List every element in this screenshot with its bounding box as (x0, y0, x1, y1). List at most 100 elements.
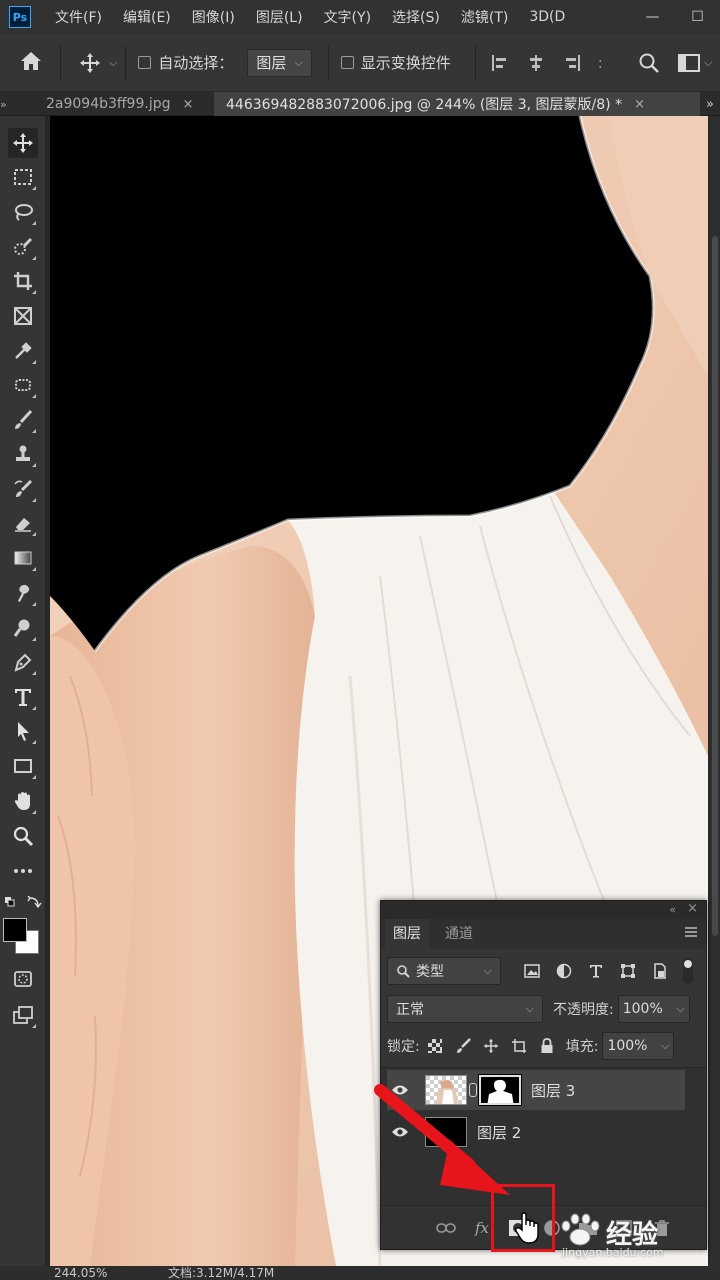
filter-toggle[interactable] (683, 958, 693, 984)
document-info[interactable]: 文档:3.12M/4.17M (168, 1266, 274, 1280)
tool-path-selection[interactable] (8, 716, 38, 746)
smart-object-filter-icon[interactable] (651, 962, 669, 980)
align-controls: : (490, 53, 603, 73)
tool-edit-toolbar[interactable] (8, 856, 38, 886)
menu-file[interactable]: 文件(F) (55, 7, 102, 27)
menu-filter[interactable]: 滤镜(T) (461, 7, 508, 27)
lock-all-icon[interactable] (538, 1037, 556, 1055)
blend-opacity-row: 正常 ⌵ 不透明度: 100% ⌵ (387, 995, 700, 1023)
tool-brush[interactable] (8, 405, 38, 435)
more-icon (14, 869, 32, 873)
menu-edit[interactable]: 编辑(E) (123, 7, 171, 27)
tab-layers[interactable]: 图层 (385, 919, 429, 949)
panel-title-strip[interactable]: « × (381, 901, 706, 919)
tool-eraser[interactable] (8, 508, 38, 538)
foreground-color-swatch[interactable] (3, 918, 27, 942)
maximize-button[interactable]: ☐ (675, 0, 720, 34)
tool-hand[interactable] (8, 786, 38, 816)
type-filter-icon[interactable] (587, 962, 605, 980)
lock-position-icon[interactable] (482, 1037, 500, 1055)
panel-tabs: 图层 通道 (381, 919, 706, 949)
close-icon[interactable]: × (634, 97, 645, 112)
marquee-icon (14, 169, 32, 185)
vertical-scrollbar[interactable] (710, 116, 720, 1266)
opacity-field[interactable]: 100% ⌵ (617, 995, 690, 1023)
fill-field[interactable]: 100% ⌵ (602, 1032, 675, 1060)
auto-select-checkbox[interactable] (138, 56, 152, 69)
menu-3d[interactable]: 3D(D (529, 9, 565, 25)
lock-artboard-icon[interactable] (510, 1037, 528, 1055)
align-right-icon[interactable] (562, 53, 582, 73)
eraser-icon (15, 518, 31, 532)
filter-kind-dropdown[interactable]: 类型 ⌵ (387, 957, 501, 985)
chevron-down-icon: ⌵ (704, 56, 713, 69)
tool-eyedropper[interactable] (8, 336, 38, 366)
layer-name[interactable]: 图层 3 (531, 1080, 575, 1101)
quick-mask-icon (14, 971, 32, 987)
lock-fill-row: 锁定: 填充: 100% ⌵ (387, 1032, 700, 1060)
scrollbar-thumb[interactable] (712, 236, 718, 936)
tabs-overflow-icon[interactable]: » (0, 92, 10, 116)
tool-move[interactable] (8, 128, 38, 158)
align-center-icon[interactable] (526, 53, 546, 73)
lock-transparent-pixels-icon[interactable] (426, 1037, 444, 1055)
adjustment-filter-icon[interactable] (555, 962, 573, 980)
layer-style-fx-button[interactable]: fx (471, 1217, 493, 1239)
hand-cursor-icon (514, 1212, 539, 1244)
zoom-level[interactable]: 244.05% (54, 1266, 107, 1280)
dodge-icon (13, 619, 30, 637)
link-layers-icon[interactable] (435, 1217, 457, 1239)
close-icon[interactable]: × (182, 97, 193, 112)
align-left-icon[interactable] (490, 53, 510, 73)
tool-pen[interactable] (8, 647, 38, 677)
blend-mode-dropdown[interactable]: 正常 ⌵ (387, 995, 543, 1023)
tool-lasso[interactable] (8, 197, 38, 227)
minimize-button[interactable]: — (630, 0, 675, 34)
tool-quick-selection[interactable] (8, 232, 38, 262)
show-transform-checkbox[interactable] (340, 56, 354, 69)
tool-gradient[interactable] (8, 543, 38, 573)
tool-stamp[interactable] (8, 439, 38, 469)
tool-blur[interactable] (8, 578, 38, 608)
tool-marquee[interactable] (8, 162, 38, 192)
tool-quick-mask[interactable] (8, 964, 38, 994)
default-colors-icon[interactable] (4, 895, 42, 910)
tab-document-1[interactable]: 2a9094b3ff99.jpg × (46, 92, 216, 116)
panel-menu-icon[interactable] (684, 926, 698, 942)
move-tool-preset[interactable]: ⌵ (79, 52, 117, 74)
shape-filter-icon[interactable] (619, 962, 637, 980)
tool-screen-mode[interactable] (8, 1000, 38, 1030)
menu-type[interactable]: 文字(Y) (324, 7, 371, 27)
tool-type[interactable] (8, 682, 38, 712)
divider (474, 45, 476, 80)
collapse-panel-icon[interactable]: « (669, 903, 676, 916)
tool-rectangle[interactable] (8, 751, 38, 781)
screen-mode-icon (13, 1006, 33, 1024)
tab-overflow-icon[interactable]: » (706, 92, 720, 116)
frame-icon (14, 307, 32, 325)
menu-select[interactable]: 选择(S) (392, 7, 440, 27)
tool-frame[interactable] (8, 301, 38, 331)
filter-kind-value: 类型 (416, 964, 444, 980)
tool-healing[interactable] (8, 370, 38, 400)
quick-selection-icon (14, 237, 33, 255)
tab-document-2[interactable]: 446369482883072006.jpg @ 244% (图层 3, 图层蒙… (214, 92, 700, 116)
tool-crop[interactable] (8, 266, 38, 296)
pixel-filter-icon[interactable] (523, 962, 541, 980)
rectangle-icon (14, 759, 32, 773)
workspace-switcher[interactable]: ⌵ (678, 54, 712, 72)
search-icon[interactable] (638, 52, 660, 78)
menu-layer[interactable]: 图层(L) (256, 7, 303, 27)
auto-select-target-dropdown[interactable]: 图层 ⌵ (247, 48, 312, 77)
close-icon[interactable]: × (687, 901, 698, 916)
lock-image-pixels-icon[interactable] (454, 1037, 472, 1055)
opacity-value: 100% (622, 1001, 663, 1017)
tool-history-brush[interactable] (8, 474, 38, 504)
type-icon (15, 689, 31, 706)
tool-zoom[interactable] (8, 821, 38, 851)
tool-dodge[interactable] (8, 613, 38, 643)
tab-channels[interactable]: 通道 (437, 919, 481, 949)
home-icon[interactable] (20, 51, 46, 75)
menu-image[interactable]: 图像(I) (192, 7, 235, 27)
layer-filter-row: 类型 ⌵ (387, 957, 700, 985)
